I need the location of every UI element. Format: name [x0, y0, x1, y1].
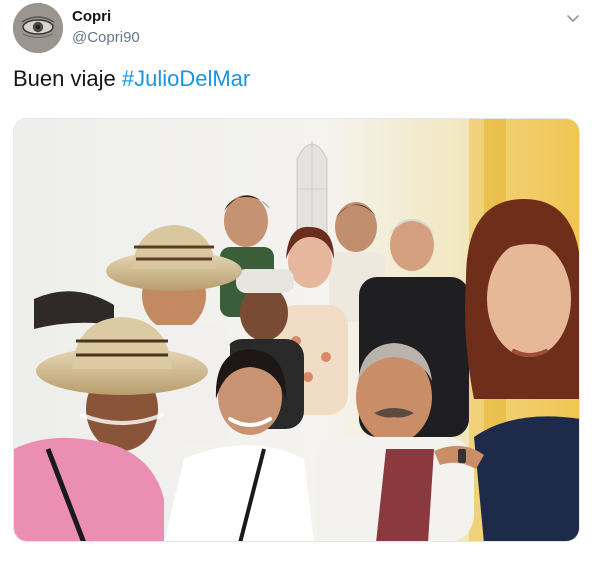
group-selfie-photo — [14, 119, 579, 541]
tweet-card: Copri @Copri90 Buen viaje #JulioDelMar — [0, 0, 592, 568]
display-name[interactable]: Copri — [72, 9, 140, 24]
user-handle[interactable]: @Copri90 — [72, 30, 140, 45]
eye-avatar-icon — [13, 3, 63, 53]
user-info: Copri @Copri90 — [72, 9, 140, 45]
tweet-photo[interactable] — [13, 118, 580, 542]
hashtag-link[interactable]: #JulioDelMar — [122, 66, 250, 91]
tweet-text: Buen viaje #JulioDelMar — [13, 66, 250, 92]
avatar[interactable] — [13, 3, 63, 53]
tweet-text-body: Buen viaje — [13, 66, 122, 91]
chevron-down-icon[interactable] — [565, 10, 581, 26]
